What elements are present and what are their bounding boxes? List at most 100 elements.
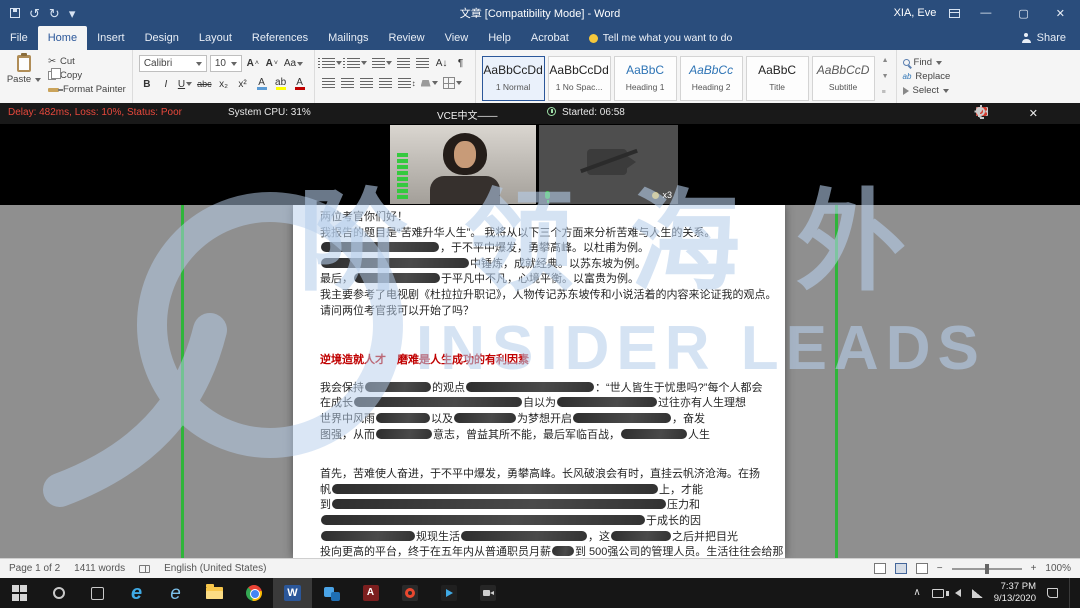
show-formatting-button[interactable]: ¶ bbox=[453, 55, 469, 71]
cut-button[interactable]: ✂Cut bbox=[48, 56, 126, 67]
task-view-button[interactable] bbox=[78, 578, 117, 608]
tab-references[interactable]: References bbox=[242, 26, 318, 50]
italic-button[interactable]: I bbox=[158, 76, 174, 92]
zoom-out-button[interactable]: − bbox=[937, 563, 943, 574]
taskbar-internet-explorer-icon[interactable]: e bbox=[156, 578, 195, 608]
styles-scrollbar[interactable]: ▲ ▼ ≡ bbox=[881, 53, 890, 100]
minimize-button[interactable]: — bbox=[973, 7, 998, 19]
taskbar-red-app-icon[interactable] bbox=[390, 578, 429, 608]
action-center-icon[interactable] bbox=[1047, 588, 1058, 598]
subscript-button[interactable]: x₂ bbox=[216, 76, 232, 92]
tab-help[interactable]: Help bbox=[478, 26, 521, 50]
style-1-no-spac-[interactable]: AaBbCcDd1 No Spac... bbox=[548, 56, 611, 101]
style-1-normal[interactable]: AaBbCcDd1 Normal bbox=[482, 56, 545, 101]
taskbar-media-app-icon[interactable] bbox=[429, 578, 468, 608]
style-title[interactable]: AaBbCTitle bbox=[746, 56, 809, 101]
start-button[interactable] bbox=[0, 578, 39, 608]
tab-acrobat[interactable]: Acrobat bbox=[521, 26, 579, 50]
redo-icon[interactable]: ↻ bbox=[49, 7, 60, 20]
scroll-up-icon[interactable]: ▲ bbox=[882, 57, 889, 64]
taskbar-acrobat-icon[interactable]: A bbox=[351, 578, 390, 608]
signed-in-user[interactable]: XIA, Eve bbox=[894, 7, 937, 19]
tray-expand-icon[interactable]: ∧ bbox=[913, 588, 920, 598]
taskbar-clock[interactable]: 7:37 PM 9/13/2020 bbox=[994, 581, 1036, 605]
share-button[interactable]: Share bbox=[1008, 26, 1080, 50]
align-right-button[interactable] bbox=[359, 75, 375, 91]
bullets-button[interactable] bbox=[321, 55, 343, 71]
bold-button[interactable]: B bbox=[139, 76, 155, 92]
taskbar-edge-icon[interactable]: e bbox=[117, 578, 156, 608]
taskbar-file-explorer-icon[interactable] bbox=[195, 578, 234, 608]
find-button[interactable]: Find bbox=[903, 57, 951, 68]
paste-button[interactable]: Paste bbox=[6, 53, 42, 100]
overlay-close-icon[interactable]: ✕ bbox=[1029, 107, 1038, 120]
line-spacing-button[interactable]: ↕ bbox=[397, 75, 417, 91]
tab-file[interactable]: File bbox=[0, 26, 38, 50]
grow-font-button[interactable]: A˄ bbox=[245, 56, 261, 72]
shading-button[interactable] bbox=[420, 75, 439, 91]
word-count[interactable]: 1411 words bbox=[74, 563, 125, 574]
camera-off-video-tile[interactable]: x3 bbox=[539, 125, 678, 204]
webcam-video-tile[interactable] bbox=[390, 125, 536, 204]
show-desktop-button[interactable] bbox=[1069, 578, 1074, 608]
maximize-button[interactable]: ▢ bbox=[1011, 7, 1035, 20]
taskbar-capture-app-icon[interactable] bbox=[468, 578, 507, 608]
tab-view[interactable]: View bbox=[435, 26, 479, 50]
style-subtitle[interactable]: AaBbCcDSubtitle bbox=[812, 56, 875, 101]
language-indicator[interactable]: English (United States) bbox=[164, 563, 266, 574]
print-layout-button[interactable] bbox=[895, 563, 907, 574]
speaker-icon[interactable] bbox=[955, 589, 961, 597]
zoom-in-button[interactable]: + bbox=[1031, 563, 1037, 574]
style-heading-2[interactable]: AaBbCcHeading 2 bbox=[680, 56, 743, 101]
justify-button[interactable] bbox=[378, 75, 394, 91]
superscript-button[interactable]: x² bbox=[235, 76, 251, 92]
pin-icon[interactable] bbox=[976, 107, 982, 113]
tab-layout[interactable]: Layout bbox=[189, 26, 242, 50]
replace-button[interactable]: abReplace bbox=[903, 71, 951, 82]
tab-home[interactable]: Home bbox=[38, 26, 87, 50]
zoom-slider-thumb[interactable] bbox=[985, 564, 989, 574]
select-button[interactable]: Select bbox=[903, 85, 951, 96]
sort-button[interactable]: A↓ bbox=[434, 55, 450, 71]
zoom-level[interactable]: 100% bbox=[1045, 563, 1071, 574]
network-icon[interactable] bbox=[972, 589, 983, 598]
taskbar-chat-app-icon[interactable] bbox=[312, 578, 351, 608]
align-center-button[interactable] bbox=[340, 75, 356, 91]
page-indicator[interactable]: Page 1 of 2 bbox=[9, 563, 60, 574]
ribbon-display-options-icon[interactable] bbox=[949, 9, 960, 18]
taskbar-word-icon[interactable]: W bbox=[273, 578, 312, 608]
tab-review[interactable]: Review bbox=[379, 26, 435, 50]
borders-button[interactable] bbox=[442, 75, 463, 91]
save-icon[interactable] bbox=[10, 8, 20, 18]
decrease-indent-button[interactable] bbox=[396, 55, 412, 71]
search-button[interactable] bbox=[39, 578, 78, 608]
tab-design[interactable]: Design bbox=[135, 26, 189, 50]
proofing-icon[interactable] bbox=[139, 565, 150, 573]
numbering-button[interactable] bbox=[346, 55, 368, 71]
web-layout-button[interactable] bbox=[916, 563, 928, 574]
document-area[interactable]: 两位考官你们好！我报告的题目是“苦难升华人生”。 我将从以下三个方面来分析苦难与… bbox=[0, 205, 1080, 558]
change-case-button[interactable]: Aa bbox=[283, 56, 304, 72]
scroll-down-icon[interactable]: ▼ bbox=[882, 73, 889, 80]
shrink-font-button[interactable]: A˅ bbox=[264, 56, 280, 72]
increase-indent-button[interactable] bbox=[415, 55, 431, 71]
format-painter-button[interactable]: Format Painter bbox=[48, 84, 126, 95]
close-button[interactable]: ✕ bbox=[1049, 7, 1072, 20]
undo-icon[interactable]: ↺ bbox=[29, 7, 40, 20]
highlight-button[interactable]: ab bbox=[273, 76, 289, 92]
styles-more-icon[interactable]: ≡ bbox=[882, 89, 889, 96]
align-left-button[interactable] bbox=[321, 75, 337, 91]
underline-button[interactable]: U bbox=[177, 76, 193, 92]
copy-button[interactable]: Copy bbox=[48, 70, 126, 81]
font-size-select[interactable]: 10 bbox=[210, 55, 242, 72]
qat-customize-icon[interactable]: ▾ bbox=[69, 7, 76, 20]
style-heading-1[interactable]: AaBbCHeading 1 bbox=[614, 56, 677, 101]
tablet-mode-icon[interactable] bbox=[932, 589, 944, 598]
text-effects-button[interactable]: A bbox=[254, 76, 270, 92]
zoom-slider[interactable] bbox=[952, 568, 1022, 570]
read-mode-button[interactable] bbox=[874, 563, 886, 574]
tab-mailings[interactable]: Mailings bbox=[318, 26, 378, 50]
font-color-button[interactable]: A bbox=[292, 76, 308, 92]
document-page[interactable]: 两位考官你们好！我报告的题目是“苦难升华人生”。 我将从以下三个方面来分析苦难与… bbox=[293, 205, 785, 558]
multilevel-list-button[interactable] bbox=[371, 55, 393, 71]
